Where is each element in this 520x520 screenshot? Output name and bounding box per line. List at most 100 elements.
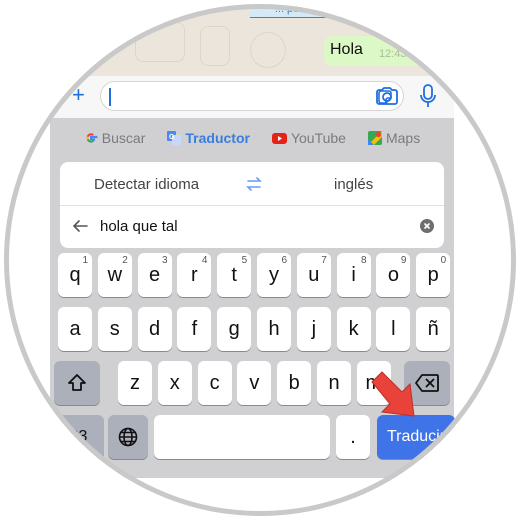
suggestion-youtube[interactable]: YouTube	[271, 130, 346, 146]
suggestion-traductor[interactable]: G Traductor	[167, 130, 250, 146]
key-z[interactable]: z	[118, 361, 152, 405]
app-suggestions-bar: Buscar G Traductor YouTube Maps	[50, 118, 454, 158]
suggestion-buscar[interactable]: Buscar	[84, 130, 146, 146]
key-label: o	[387, 263, 399, 286]
wallpaper-doodle	[250, 32, 286, 68]
suggestion-label: Traductor	[185, 130, 250, 146]
key-label: s	[109, 317, 120, 340]
key-label: n	[328, 371, 340, 394]
key-k[interactable]: k	[336, 307, 371, 351]
chat-notice[interactable]: ... perdida a ...	[250, 4, 370, 18]
key-label: ñ	[427, 317, 439, 340]
space-key[interactable]	[154, 415, 330, 459]
message-input[interactable]	[100, 81, 404, 111]
key-l[interactable]: l	[376, 307, 411, 351]
key-a[interactable]: a	[58, 307, 92, 351]
key-number-hint: 8	[361, 255, 367, 266]
target-language-button[interactable]: inglés	[334, 176, 373, 193]
message-bubble[interactable]: Hola 12:43	[324, 36, 454, 66]
key-f[interactable]: f	[177, 307, 212, 351]
key-g[interactable]: g	[217, 307, 252, 351]
wallpaper-doodle	[135, 22, 185, 62]
key-number-hint: 1	[82, 255, 88, 266]
key-label: j	[311, 317, 317, 340]
key-number-hint: 6	[281, 255, 287, 266]
key-j[interactable]: j	[296, 307, 331, 351]
key-p[interactable]: p0	[416, 253, 451, 297]
key-u[interactable]: u7	[296, 253, 331, 297]
globe-key[interactable]	[108, 415, 148, 459]
key-c[interactable]: c	[197, 361, 232, 405]
key-ñ[interactable]: ñ	[416, 307, 451, 351]
camera-icon[interactable]	[375, 86, 399, 106]
key-label: u	[308, 263, 320, 286]
suggestion-label: Buscar	[101, 130, 146, 146]
text-caret	[109, 88, 111, 106]
key-label: w	[107, 263, 123, 286]
key-number-hint: 9	[400, 255, 407, 266]
key-w[interactable]: w2	[97, 253, 132, 297]
key-label: e	[149, 263, 161, 286]
message-text: Hola	[330, 41, 363, 58]
translate-action-key[interactable]: Traducir	[377, 415, 455, 459]
key-x[interactable]: x	[157, 361, 192, 405]
key-label: b	[288, 371, 300, 394]
key-label: y	[269, 263, 279, 286]
shift-key[interactable]	[54, 361, 100, 405]
back-arrow-icon[interactable]	[72, 218, 88, 234]
suggestion-label: Maps	[385, 130, 421, 146]
key-q[interactable]: q1	[58, 253, 92, 297]
numbers-key[interactable]: 123	[44, 415, 104, 459]
key-label: i	[351, 263, 356, 286]
key-number-hint: 3	[162, 255, 168, 266]
plus-icon[interactable]: +	[72, 84, 85, 106]
key-v[interactable]: v	[237, 361, 272, 405]
key-number-hint: 2	[122, 255, 128, 266]
key-number-hint: 5	[241, 255, 248, 266]
key-n[interactable]: n	[317, 361, 351, 405]
key-label: h	[268, 317, 280, 340]
suggestion-label: YouTube	[290, 130, 346, 146]
key-d[interactable]: d	[137, 307, 172, 351]
key-o[interactable]: o9	[376, 253, 411, 297]
key-label: c	[209, 371, 220, 394]
translation-query-field[interactable]: hola que tal	[60, 206, 444, 248]
key-r[interactable]: r4	[177, 253, 212, 297]
numbers-key-label: 123	[60, 428, 88, 445]
key-label: a	[69, 317, 81, 340]
clear-icon[interactable]	[420, 219, 434, 233]
microphone-icon[interactable]	[420, 84, 436, 108]
magnified-view: ... perdida a ... Hola 12:43 + Buscar G …	[4, 4, 516, 516]
key-t[interactable]: t5	[217, 253, 252, 297]
annotation-arrow-icon	[371, 371, 415, 417]
key-number-hint: 7	[321, 255, 327, 266]
swap-languages-icon[interactable]	[244, 176, 264, 192]
key-y[interactable]: y6	[257, 253, 291, 297]
key-label: d	[149, 317, 161, 340]
google-translate-icon: G	[167, 131, 182, 145]
key-label: l	[391, 317, 396, 340]
key-label: z	[130, 371, 140, 394]
key-label: t	[231, 263, 237, 286]
key-label: p	[427, 263, 439, 286]
key-label: f	[191, 317, 198, 340]
svg-text:G: G	[169, 134, 175, 141]
youtube-icon	[271, 132, 287, 144]
suggestion-maps[interactable]: Maps	[367, 130, 421, 146]
message-input-bar: +	[50, 76, 454, 118]
key-i[interactable]: i8	[336, 253, 371, 297]
period-key[interactable]: .	[336, 415, 370, 459]
key-number-hint: 0	[440, 255, 447, 266]
key-h[interactable]: h	[257, 307, 291, 351]
source-language-button[interactable]: Detectar idioma	[94, 176, 199, 193]
keyboard: Buscar G Traductor YouTube Maps Detectar…	[44, 118, 455, 478]
key-number-hint: 4	[201, 255, 208, 266]
google-icon	[86, 133, 98, 143]
google-maps-icon	[367, 131, 382, 145]
key-b[interactable]: b	[277, 361, 312, 405]
key-label: q	[69, 263, 81, 286]
key-e[interactable]: e3	[137, 253, 172, 297]
language-selector: Detectar idioma inglés	[60, 162, 444, 206]
translator-card: Detectar idioma inglés hola que tal	[60, 162, 444, 248]
key-s[interactable]: s	[97, 307, 132, 351]
